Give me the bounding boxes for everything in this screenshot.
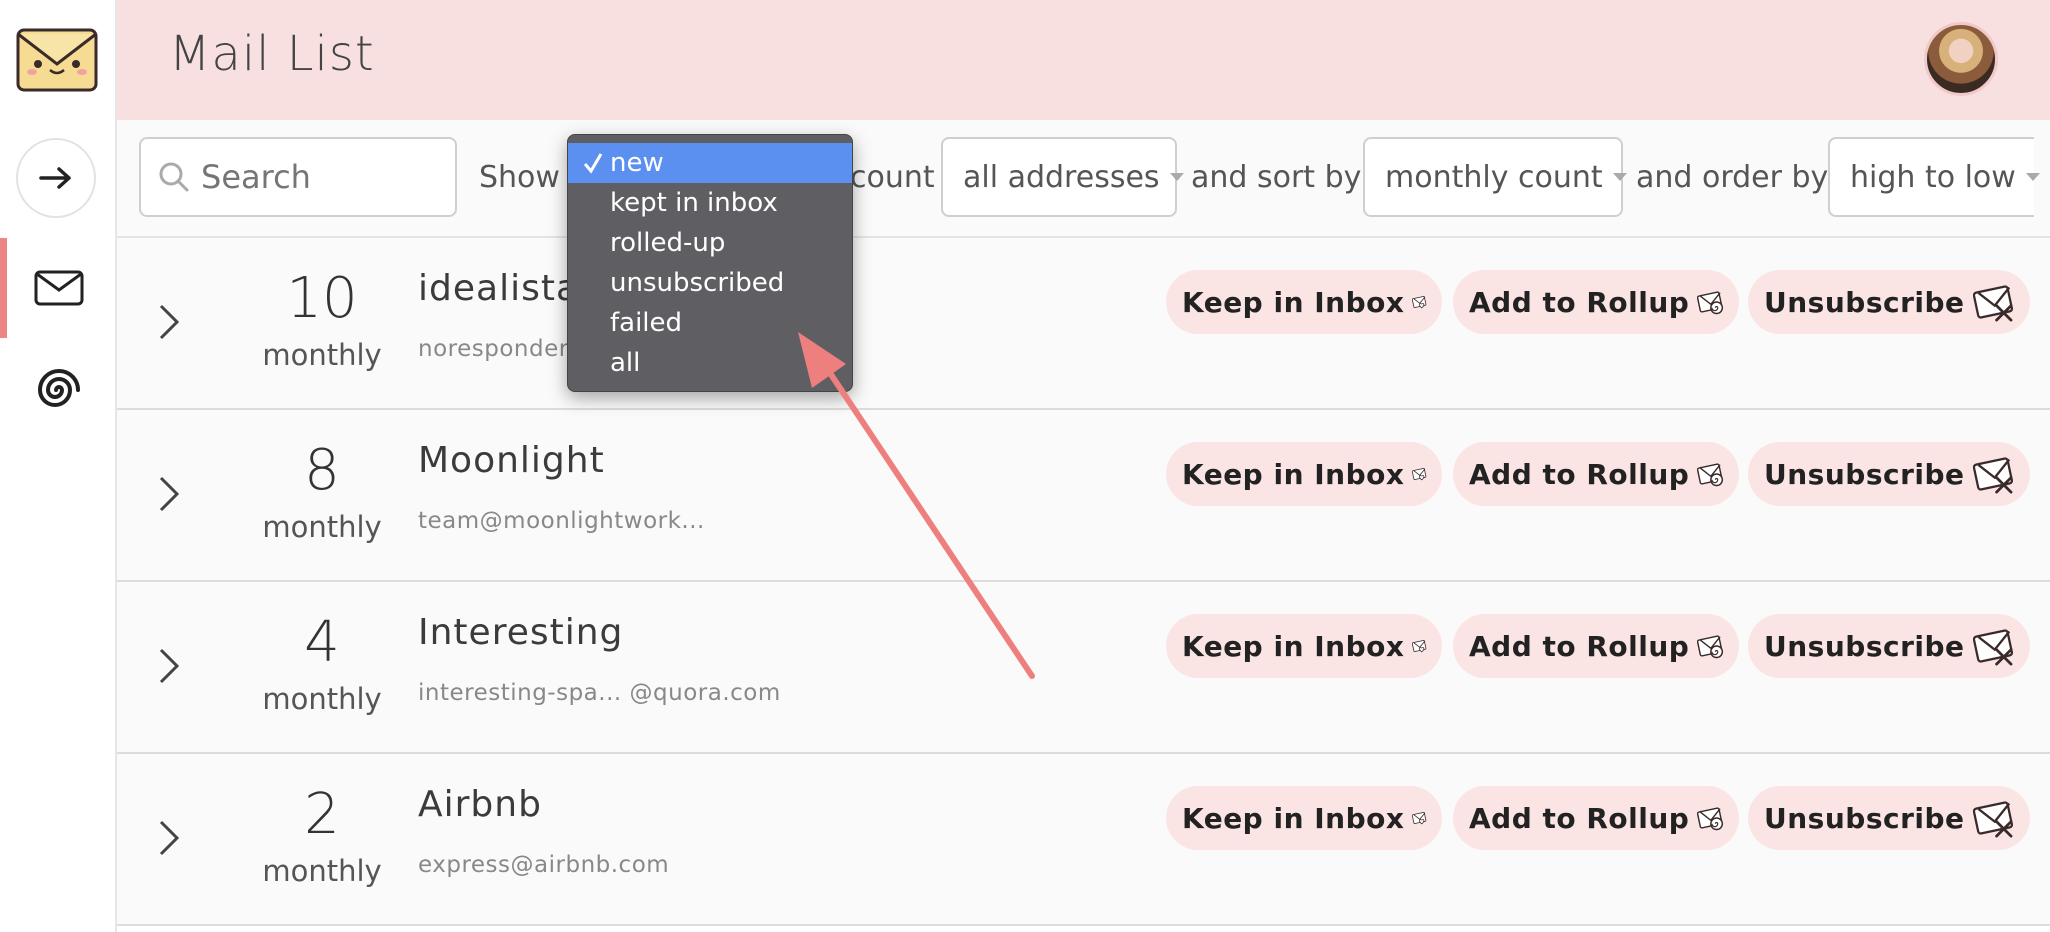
chevron-right-icon[interactable] — [155, 818, 183, 858]
sender-name: Moonlight — [418, 440, 605, 481]
monthly-count: 4 — [304, 610, 340, 675]
list-item[interactable]: 4 monthly Interesting interesting-spa...… — [117, 582, 2050, 754]
keep-in-inbox-button[interactable]: Keep in Inbox — [1166, 442, 1442, 506]
dropdown-option-all[interactable]: all — [568, 343, 852, 383]
chevron-down-icon — [1169, 173, 1184, 181]
list-item[interactable]: 10 monthly idealista noresponder Keep in… — [117, 238, 2050, 410]
sender-name: Interesting — [418, 612, 624, 653]
sender-email: team@moonlightwork... — [418, 508, 705, 534]
monthly-count: 10 — [286, 266, 358, 331]
chevron-right-icon[interactable] — [155, 646, 183, 686]
arrow-right-icon — [39, 167, 71, 189]
filter-bar: Show count all addresses and sort by mon… — [117, 120, 2050, 238]
sidebar-item-rollup[interactable] — [0, 350, 117, 430]
unsubscribe-button[interactable]: Unsubscribe — [1748, 270, 2030, 334]
envelope-heart-icon — [1412, 296, 1427, 309]
header: Mail List — [117, 0, 2050, 120]
envelope-heart-icon — [1412, 640, 1427, 653]
envelope-heart-icon — [1412, 468, 1427, 481]
add-to-rollup-button[interactable]: Add to Rollup — [1453, 614, 1739, 678]
sender-email: noresponder — [418, 336, 569, 362]
sender-name: idealista — [418, 268, 579, 309]
sender-email: interesting-spa... @quora.com — [418, 680, 781, 706]
count-period: monthly — [262, 854, 382, 888]
monthly-count: 2 — [304, 782, 340, 847]
spiral-icon — [37, 369, 80, 407]
dropdown-option-new[interactable]: new — [568, 143, 852, 183]
chevron-down-icon — [1612, 173, 1627, 181]
chevron-down-icon — [2025, 173, 2040, 181]
envelope-spiral-icon — [1697, 635, 1724, 659]
keep-in-inbox-button[interactable]: Keep in Inbox — [1166, 270, 1442, 334]
list-item[interactable]: 8 monthly Moonlight team@moonlightwork..… — [117, 410, 2050, 582]
dropdown-option-rolled-up[interactable]: rolled-up — [568, 223, 852, 263]
chevron-right-icon[interactable] — [155, 474, 183, 514]
collapse-sidebar-button[interactable] — [16, 138, 96, 218]
list-item[interactable]: 2 monthly Airbnb express@airbnb.com Keep… — [117, 754, 2050, 926]
envelope-x-icon — [1972, 801, 2013, 838]
unsubscribe-button[interactable]: Unsubscribe — [1748, 614, 2030, 678]
chevron-right-icon[interactable] — [155, 302, 183, 342]
envelope-x-icon — [1972, 457, 2013, 494]
count-period: monthly — [262, 338, 382, 372]
add-to-rollup-button[interactable]: Add to Rollup — [1453, 786, 1739, 850]
sort-select[interactable]: monthly count — [1363, 137, 1627, 217]
envelope-face-logo — [16, 26, 98, 94]
checkmark-icon — [583, 153, 603, 174]
sidebar-item-mail[interactable] — [0, 236, 117, 340]
dropdown-option-unsubscribed[interactable]: unsubscribed — [568, 263, 852, 303]
envelope-spiral-icon — [1697, 463, 1724, 487]
search-input[interactable] — [201, 158, 441, 196]
add-to-rollup-button[interactable]: Add to Rollup — [1453, 270, 1739, 334]
count-period: monthly — [262, 682, 382, 716]
unsubscribe-button[interactable]: Unsubscribe — [1748, 786, 2030, 850]
envelope-heart-icon — [1412, 812, 1427, 825]
avatar[interactable] — [1924, 22, 1998, 96]
sort-select-value: monthly count — [1385, 159, 1603, 195]
address-select-value: all addresses — [963, 159, 1160, 195]
address-select[interactable]: all addresses — [941, 137, 1184, 217]
monthly-count: 8 — [304, 438, 340, 503]
order-select-value: high to low — [1850, 159, 2016, 195]
count-label: count — [850, 160, 935, 195]
envelope-spiral-icon — [1697, 291, 1724, 315]
dropdown-option-failed[interactable]: failed — [568, 303, 852, 343]
sender-name: Airbnb — [418, 784, 542, 825]
show-dropdown-menu: new kept in inbox rolled-up unsubscribed… — [567, 134, 853, 392]
order-label: and order by — [1636, 160, 1829, 195]
order-select[interactable]: high to low — [1828, 137, 2040, 217]
show-label: Show — [479, 160, 560, 195]
dropdown-option-kept-in-inbox[interactable]: kept in inbox — [568, 183, 852, 223]
add-to-rollup-button[interactable]: Add to Rollup — [1453, 442, 1739, 506]
keep-in-inbox-button[interactable]: Keep in Inbox — [1166, 786, 1442, 850]
unsubscribe-button[interactable]: Unsubscribe — [1748, 442, 2030, 506]
keep-in-inbox-button[interactable]: Keep in Inbox — [1166, 614, 1442, 678]
sender-email: express@airbnb.com — [418, 852, 670, 878]
search-icon — [159, 162, 189, 192]
page-title: Mail List — [169, 26, 375, 82]
envelope-x-icon — [1972, 629, 2013, 666]
envelope-spiral-icon — [1697, 807, 1724, 831]
envelope-x-icon — [1972, 285, 2013, 322]
search-box[interactable] — [139, 137, 457, 217]
sidebar — [0, 0, 117, 932]
mail-icon — [34, 270, 83, 306]
sort-label: and sort by — [1191, 160, 1362, 195]
count-period: monthly — [262, 510, 382, 544]
